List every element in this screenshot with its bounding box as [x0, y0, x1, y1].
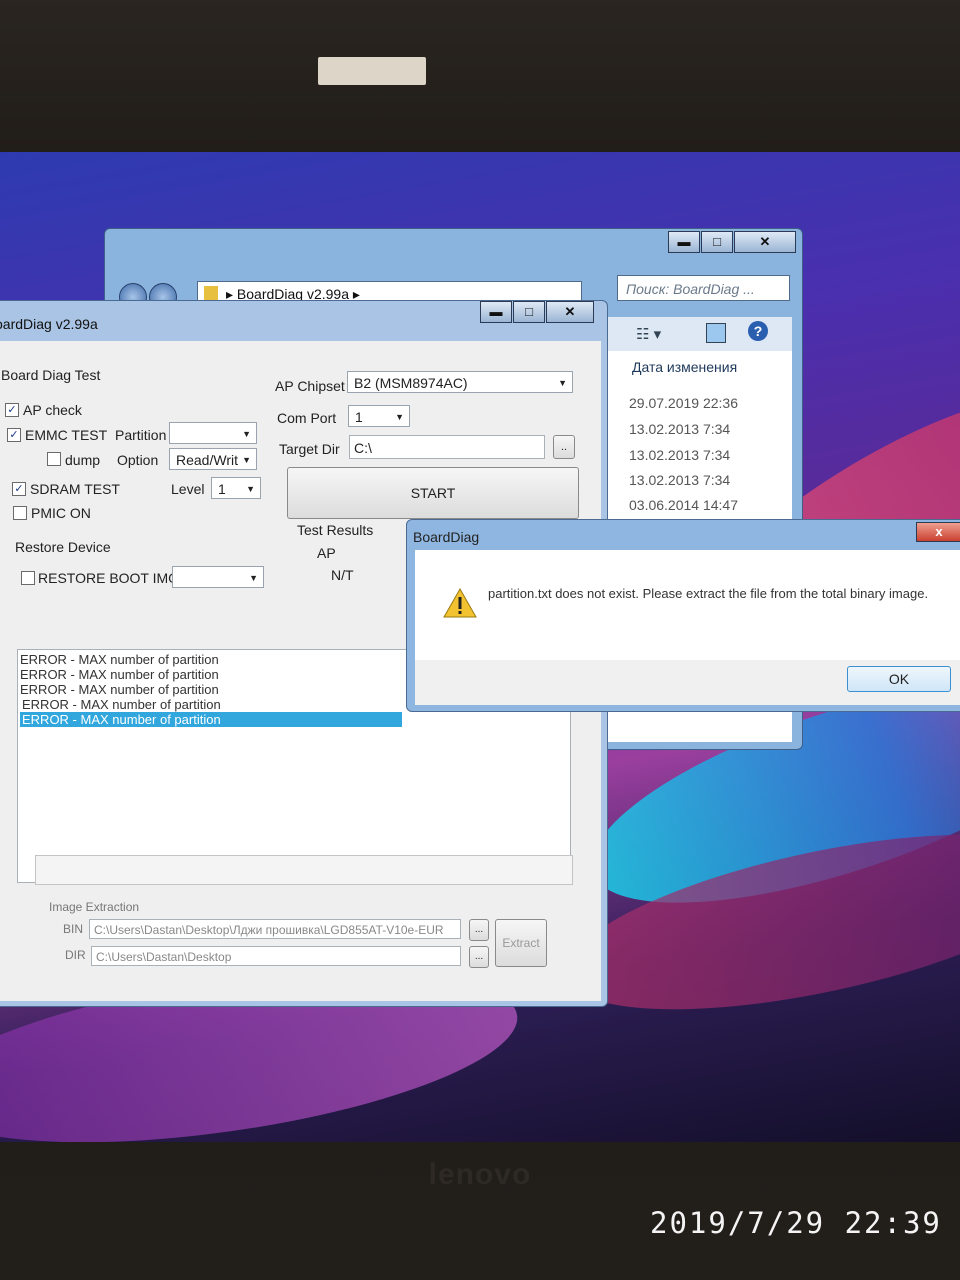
pmic-on-checkbox[interactable] [13, 506, 27, 520]
preview-pane-icon[interactable] [706, 323, 726, 343]
target-dir-label: Target Dir [279, 441, 340, 457]
close-button[interactable]: ✕ [546, 301, 594, 323]
explorer-toolbar: ☷ ▾ ? [602, 317, 792, 351]
sdram-test-label: SDRAM TEST [30, 481, 120, 497]
dialog-title: BoardDiag [413, 529, 480, 545]
message-dialog: BoardDiag x partition.txt does not exist… [406, 519, 960, 712]
dir-label: DIR [65, 948, 86, 962]
warning-icon [443, 588, 477, 618]
option-select[interactable]: Read/Writ ▼ [169, 448, 257, 470]
emmc-test-checkbox[interactable]: ✓ [7, 428, 21, 442]
com-port-label: Com Port [277, 410, 337, 426]
chevron-down-icon: ▼ [249, 573, 258, 583]
file-row-date[interactable]: 13.02.2013 7:34 [629, 421, 730, 437]
close-button[interactable]: ✕ [734, 231, 796, 253]
bin-label: BIN [63, 922, 84, 936]
image-extraction-label: Image Extraction [49, 900, 140, 914]
view-icon[interactable]: ☷ ▾ [636, 325, 661, 343]
dir-browse-button[interactable]: ... [469, 946, 489, 968]
dialog-close-button[interactable]: x [916, 522, 960, 542]
ok-button[interactable]: OK [847, 666, 951, 692]
window-title: oardDiag v2.99a [0, 316, 98, 332]
option-value: Read/Writ [176, 452, 238, 468]
minimize-button[interactable]: ▬ [668, 231, 700, 253]
dialog-footer: OK [415, 660, 960, 705]
progress-bar [35, 855, 573, 885]
partition-select[interactable]: ▼ [169, 422, 257, 444]
bin-path-input[interactable]: C:\Users\Dastan\Desktop\Лджи прошивка\LG… [89, 919, 461, 939]
boarddiag-window-controls: ▬ □ ✕ [479, 301, 594, 323]
file-row-date[interactable]: 13.02.2013 7:34 [629, 472, 730, 488]
dir-path-input[interactable]: C:\Users\Dastan\Desktop [91, 946, 461, 966]
file-row-date[interactable]: 29.07.2019 22:36 [629, 395, 738, 411]
maximize-button[interactable]: □ [513, 301, 545, 323]
log-line[interactable]: ERROR - MAX number of partition [18, 652, 219, 667]
test-results-label: Test Results [297, 522, 374, 538]
chevron-down-icon: ▼ [246, 484, 255, 494]
level-label: Level [171, 481, 205, 497]
log-line[interactable]: ERROR - MAX number of partition [20, 697, 221, 712]
file-row-date[interactable]: 13.02.2013 7:34 [629, 447, 730, 463]
chevron-down-icon: ▼ [242, 455, 251, 465]
restore-boot-img-select[interactable]: ▼ [172, 566, 264, 588]
dialog-message: partition.txt does not exist. Please ext… [488, 586, 929, 601]
com-port-value: 1 [355, 409, 363, 425]
help-icon[interactable]: ? [748, 321, 768, 341]
file-row-date[interactable]: 03.06.2014 14:47 [629, 497, 738, 513]
sdram-test-checkbox[interactable]: ✓ [12, 482, 26, 496]
explorer-window-controls: ▬ □ ✕ [667, 231, 796, 253]
group-title: Board Diag Test [1, 367, 101, 383]
ap-chipset-select[interactable]: B2 (MSM8974AC) ▼ [347, 371, 573, 393]
minimize-button[interactable]: ▬ [480, 301, 512, 323]
ap-check-label: AP check [23, 402, 82, 418]
option-label: Option [117, 452, 159, 468]
dump-checkbox[interactable] [47, 452, 61, 466]
folder-icon [204, 286, 218, 300]
column-header-date[interactable]: Дата изменения [632, 359, 737, 375]
chevron-down-icon: ▼ [395, 412, 404, 422]
target-dir-browse-button[interactable]: .. [553, 435, 575, 459]
level-value: 1 [218, 481, 226, 497]
log-line-selected[interactable]: ERROR - MAX number of partition [20, 712, 402, 727]
dump-label: dump [65, 452, 101, 468]
chevron-down-icon: ▼ [558, 378, 567, 388]
partition-label: Partition [115, 427, 167, 443]
webcam-cover [318, 57, 426, 85]
level-select[interactable]: 1 ▼ [211, 477, 261, 499]
com-port-select[interactable]: 1 ▼ [348, 405, 410, 427]
ap-check-checkbox[interactable]: ✓ [5, 403, 19, 417]
ap-chipset-value: B2 (MSM8974AC) [354, 375, 468, 391]
nt-result-value: N/T [331, 567, 354, 583]
target-dir-input[interactable]: C:\ [349, 435, 545, 459]
restore-boot-img-label: RESTORE BOOT IMG [38, 570, 180, 586]
log-line[interactable]: ERROR - MAX number of partition [18, 667, 219, 682]
restore-device-label: Restore Device [15, 539, 111, 555]
photo-timestamp: 2019/7/29 22:39 [650, 1206, 942, 1240]
dialog-client: partition.txt does not exist. Please ext… [415, 550, 960, 705]
start-button[interactable]: START [287, 467, 579, 519]
log-line[interactable]: ERROR - MAX number of partition [18, 682, 219, 697]
pmic-on-label: PMIC ON [31, 505, 91, 521]
restore-boot-img-checkbox[interactable] [21, 571, 35, 585]
maximize-button[interactable]: □ [701, 231, 733, 253]
emmc-test-label: EMMC TEST [25, 427, 108, 443]
search-input[interactable]: Поиск: BoardDiag ... [617, 275, 790, 301]
ap-result-label: AP [317, 545, 336, 561]
bin-browse-button[interactable]: ... [469, 919, 489, 941]
extract-button[interactable]: Extract [495, 919, 547, 967]
chevron-down-icon: ▼ [242, 429, 251, 439]
laptop-brand-logo: lenovo [428, 1158, 532, 1191]
ap-chipset-label: AP Chipset [275, 378, 345, 394]
